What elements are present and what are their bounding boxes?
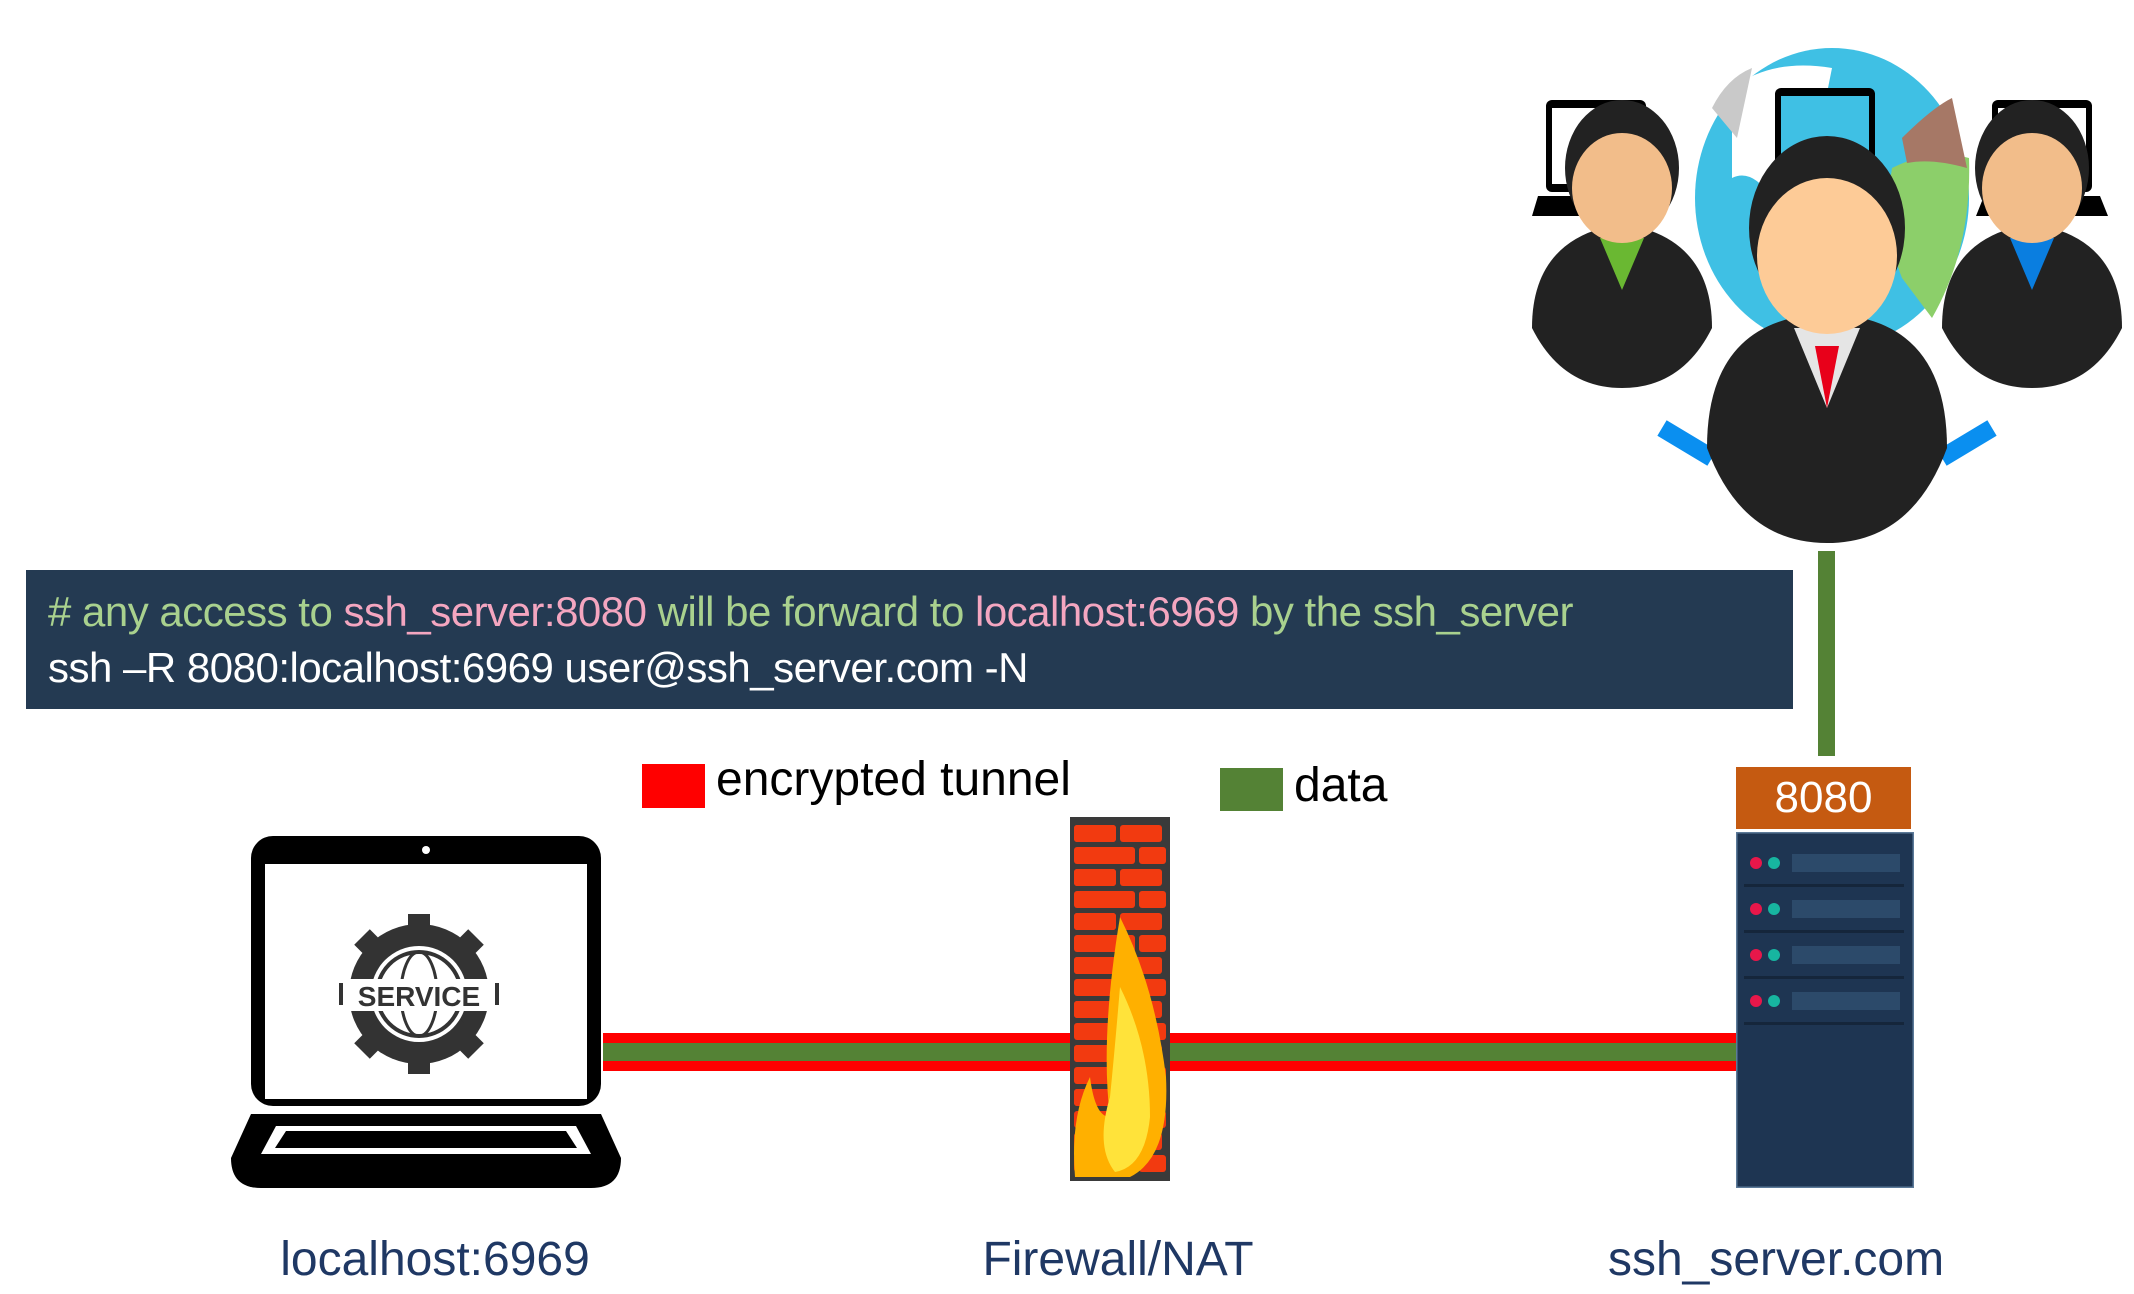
user-avatar-right — [1942, 100, 2122, 388]
legend-label-data: data — [1294, 759, 1388, 812]
data-link-vertical — [1818, 551, 1835, 756]
command-comment: # any access to ssh_server:8080 will be … — [48, 588, 1574, 635]
caption-localhost: localhost:6969 — [280, 1233, 590, 1286]
caption-ssh-server: ssh_server.com — [1607, 1233, 1945, 1286]
legend-swatch-data — [1220, 768, 1283, 811]
legend-label-tunnel: encrypted tunnel — [716, 753, 1071, 806]
server-rack-icon — [1736, 832, 1914, 1188]
laptop-service-icon: SERVICE — [231, 836, 621, 1188]
command-box: # any access to ssh_server:8080 will be … — [26, 570, 1793, 709]
caption-firewall: Firewall/NAT — [982, 1233, 1254, 1286]
firewall-icon — [1070, 817, 1170, 1181]
server-port-badge: 8080 — [1736, 767, 1911, 829]
command-text: ssh –R 8080:localhost:6969 user@ssh_serv… — [48, 644, 1028, 691]
service-label: SERVICE — [358, 981, 480, 1012]
remote-users-illustration — [1532, 48, 2122, 543]
legend-swatch-tunnel — [642, 764, 705, 808]
ssh-remote-forward-diagram: # any access to ssh_server:8080 will be … — [0, 0, 2134, 1294]
